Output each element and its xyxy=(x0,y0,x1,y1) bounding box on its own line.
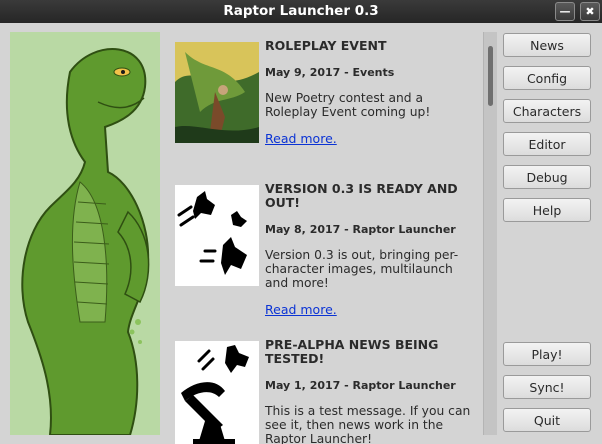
read-more-link[interactable]: Read more. xyxy=(265,302,337,317)
news-date-category: May 9, 2017 - Events xyxy=(265,66,395,79)
news-thumbnail xyxy=(175,185,259,286)
news-title: VERSION 0.3 IS READY AND OUT! xyxy=(265,181,458,210)
news-thumbnail xyxy=(175,341,259,444)
news-scrollbar[interactable] xyxy=(483,32,497,435)
help-button[interactable]: Help xyxy=(503,198,591,222)
title-bar[interactable]: Raptor Launcher 0.3 — ✖ xyxy=(0,0,602,23)
news-body: Version 0.3 is out, bringing per-charact… xyxy=(265,248,459,290)
characters-button[interactable]: Characters xyxy=(503,99,591,123)
news-title: ROLEPLAY EVENT xyxy=(265,38,387,53)
character-illustration xyxy=(10,32,160,435)
quit-button[interactable]: Quit xyxy=(503,408,591,432)
dragon-forest-image xyxy=(175,42,259,143)
debug-button[interactable]: Debug xyxy=(503,165,591,189)
config-button[interactable]: Config xyxy=(503,66,591,90)
news-feed[interactable]: ROLEPLAY EVENT May 9, 2017 - Events New … xyxy=(166,32,482,444)
raptors-jumping-image xyxy=(175,185,259,286)
news-button[interactable]: News xyxy=(503,33,591,57)
scrollbar-thumb[interactable] xyxy=(488,46,493,106)
play-button[interactable]: Play! xyxy=(503,342,591,366)
news-body: New Poetry contest and a Roleplay Event … xyxy=(265,91,431,119)
news-date-category: May 1, 2017 - Raptor Launcher xyxy=(265,379,456,392)
minimize-button[interactable]: — xyxy=(555,2,575,21)
news-title: PRE-ALPHA NEWS BEING TESTED! xyxy=(265,337,439,366)
catapult-raptor-image xyxy=(175,341,259,444)
sync-button[interactable]: Sync! xyxy=(503,375,591,399)
news-thumbnail xyxy=(175,42,259,143)
news-date-category: May 8, 2017 - Raptor Launcher xyxy=(265,223,456,236)
window-title: Raptor Launcher 0.3 xyxy=(223,3,379,19)
news-body: This is a test message. If you can see i… xyxy=(265,404,471,444)
launcher-window: Raptor Launcher 0.3 — ✖ ROLEPLAY EVENT M… xyxy=(0,0,602,444)
close-button[interactable]: ✖ xyxy=(580,2,600,21)
editor-button[interactable]: Editor xyxy=(503,132,591,156)
read-more-link[interactable]: Read more. xyxy=(265,131,337,146)
character-image xyxy=(10,32,160,435)
